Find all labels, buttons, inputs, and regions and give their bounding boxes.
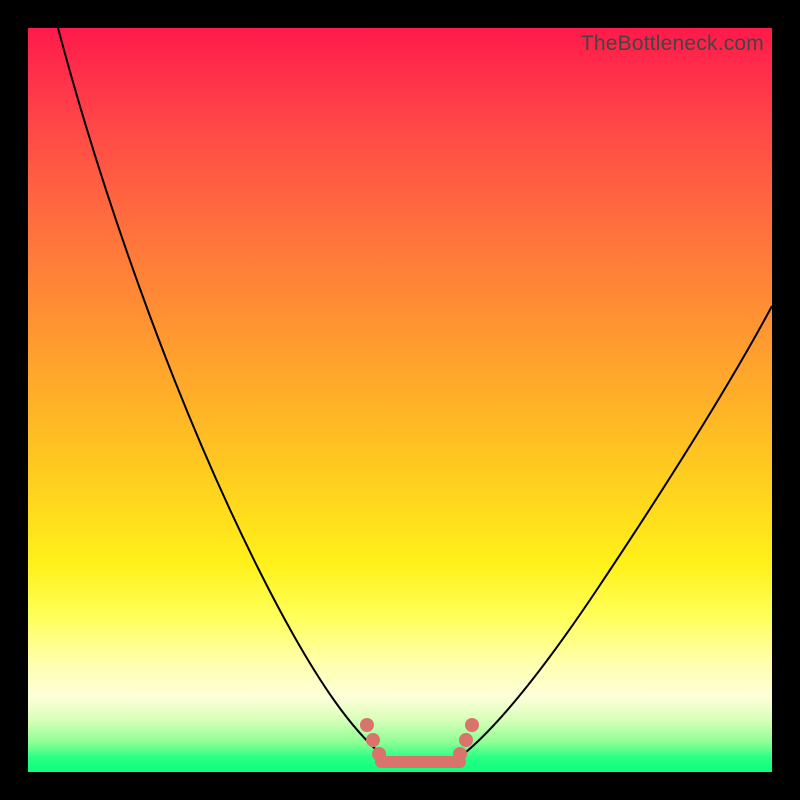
marker-dot bbox=[453, 747, 467, 761]
marker-dot bbox=[366, 733, 380, 747]
marker-dot bbox=[372, 747, 386, 761]
marker-dot bbox=[360, 718, 374, 732]
left-curve bbox=[58, 28, 391, 762]
chart-frame: TheBottleneck.com bbox=[0, 0, 800, 800]
marker-dot bbox=[465, 718, 479, 732]
marker-dot bbox=[459, 733, 473, 747]
right-curve bbox=[453, 306, 772, 762]
plot-area: TheBottleneck.com bbox=[28, 28, 772, 772]
curve-layer bbox=[28, 28, 772, 772]
